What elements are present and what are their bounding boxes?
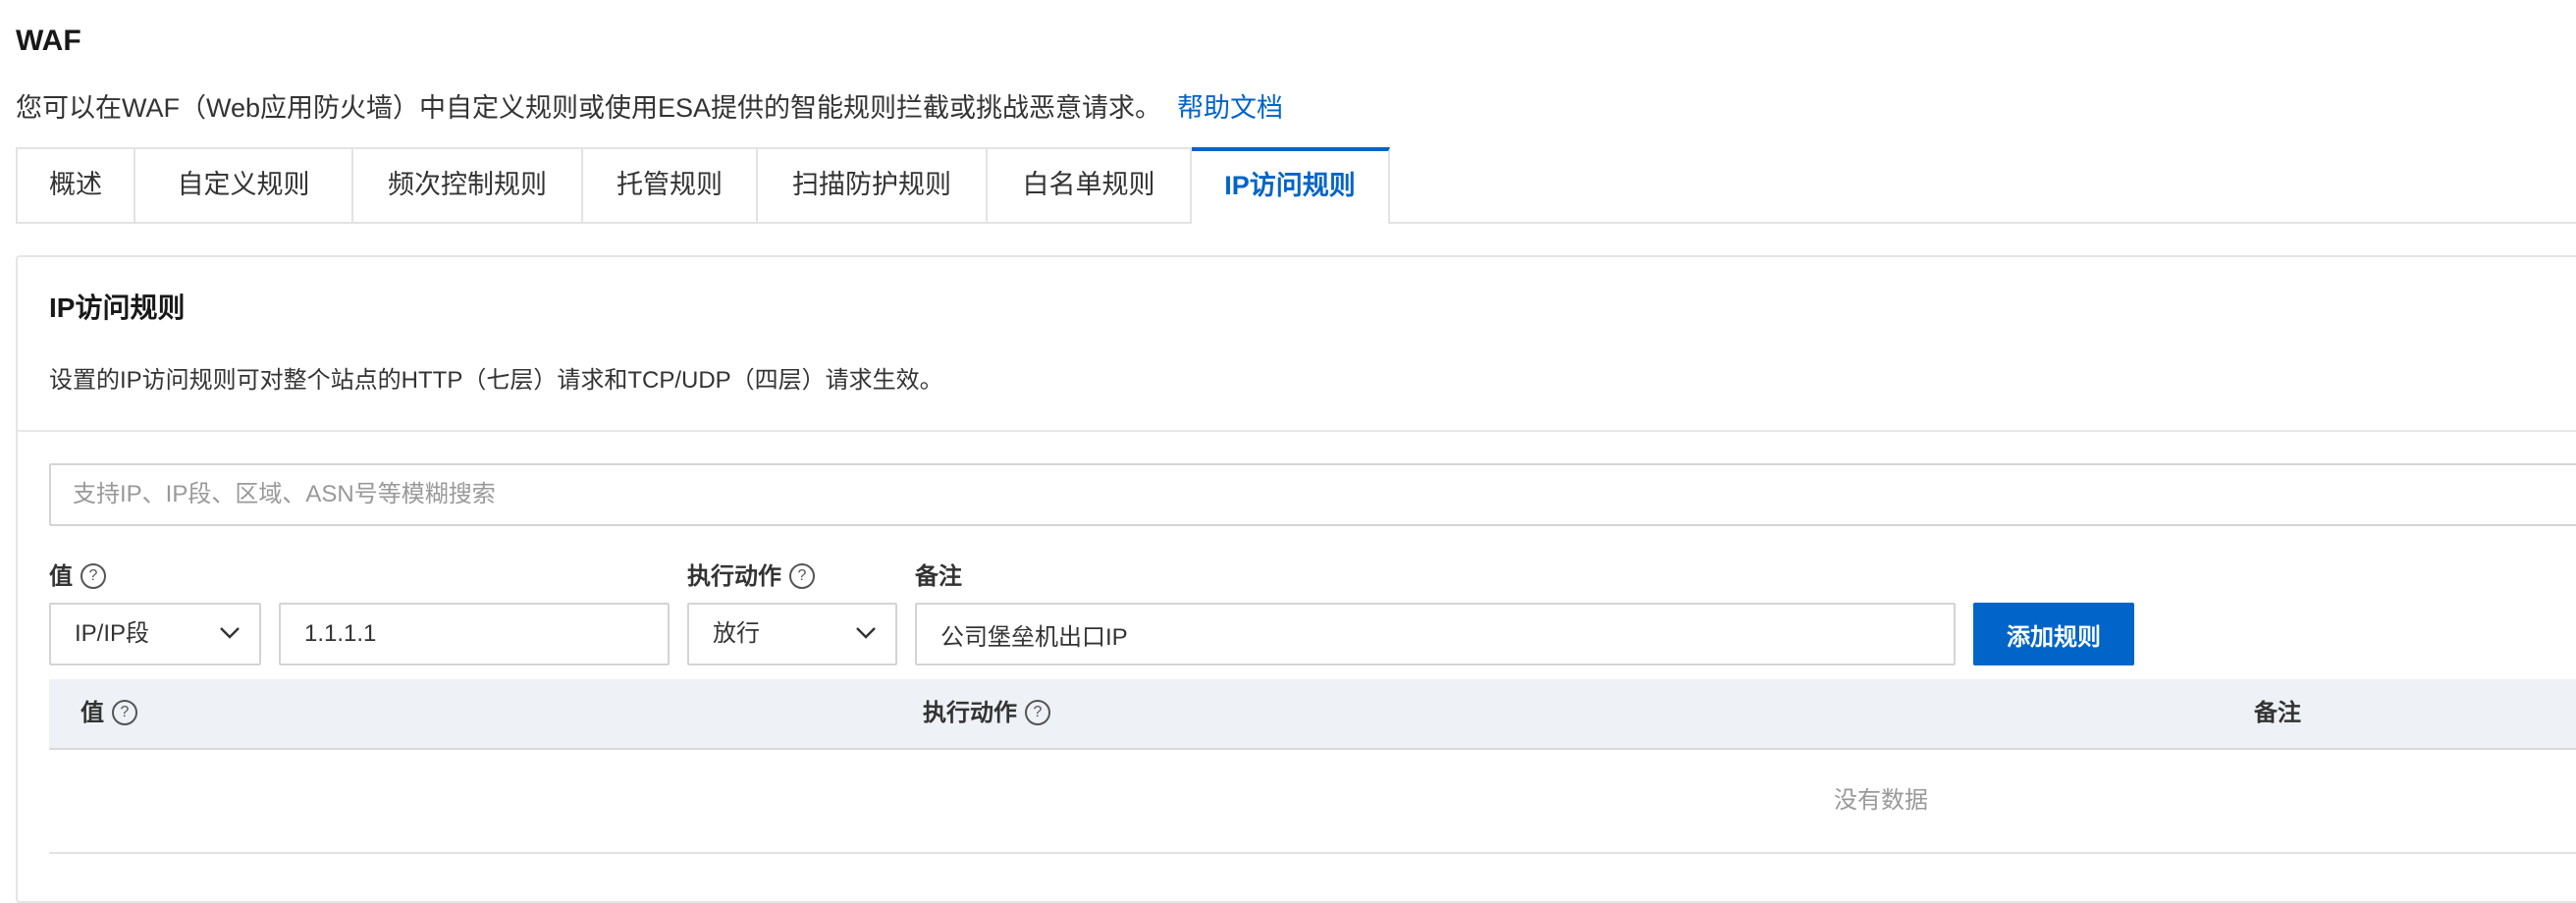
tab-scan-protection-rules[interactable]: 扫描防护规则 [758,147,988,222]
note-input[interactable] [915,603,1956,665]
value-label-text: 值 [49,563,73,590]
tab-ip-access-rules[interactable]: IP访问规则 [1192,147,1390,224]
card-description: 设置的IP访问规则可对整个站点的HTTP（七层）请求和TCP/UDP（四层）请求… [49,367,943,394]
chevron-down-icon [856,627,876,639]
note-field-label: 备注 [915,563,962,590]
action-field-label: 执行动作? [687,559,815,595]
ip-access-rules-card: IP访问规则 设置的IP访问规则可对整个站点的HTTP（七层）请求和TCP/UD… [16,255,2576,903]
question-circle-icon[interactable]: ? [789,562,815,589]
tab-custom-rules[interactable]: 自定义规则 [135,147,353,222]
question-circle-icon[interactable]: ? [80,562,106,589]
tab-rate-limit-rules[interactable]: 频次控制规则 [353,147,583,222]
page-title: WAF [16,25,81,57]
action-label-text: 执行动作 [687,563,781,590]
empty-text: 没有数据 [1834,787,1928,814]
tab-managed-rules[interactable]: 托管规则 [583,147,758,222]
value-input[interactable] [279,603,670,665]
tab-overview[interactable]: 概述 [16,147,135,222]
tab-bar: 概述 自定义规则 频次控制规则 托管规则 扫描防护规则 白名单规则 IP访问规则 [16,147,2576,224]
card-divider [18,430,2576,432]
column-header-action[interactable]: 执行动作? [923,679,1050,748]
column-header-note[interactable]: 备注 [2254,679,2301,748]
column-header-value-text: 值 [80,700,104,726]
card-title: IP访问规则 [49,292,186,323]
value-field-label: 值? [49,559,106,595]
page-description-text: 您可以在WAF（Web应用防火墙）中自定义规则或使用ESA提供的智能规则拦截或挑… [16,93,1162,123]
table-empty-state: 没有数据 [49,750,2576,854]
action-select[interactable]: 放行 [687,603,897,665]
action-selected: 放行 [713,620,760,647]
chevron-down-icon [220,627,240,639]
question-circle-icon[interactable]: ? [1025,699,1050,725]
column-header-value[interactable]: 值? [80,679,137,748]
help-doc-link[interactable]: 帮助文档 [1177,93,1283,123]
value-type-selected: IP/IP段 [75,620,150,647]
page-description: 您可以在WAF（Web应用防火墙）中自定义规则或使用ESA提供的智能规则拦截或挑… [16,88,1283,128]
search-input[interactable] [49,463,2576,526]
table-header: 值? 执行动作? 备注 [49,679,2576,750]
value-type-select[interactable]: IP/IP段 [49,603,261,665]
column-header-action-text: 执行动作 [923,700,1017,726]
tab-whitelist-rules[interactable]: 白名单规则 [988,147,1192,222]
add-rule-button[interactable]: 添加规则 [1973,603,2134,665]
question-circle-icon[interactable]: ? [112,699,137,725]
